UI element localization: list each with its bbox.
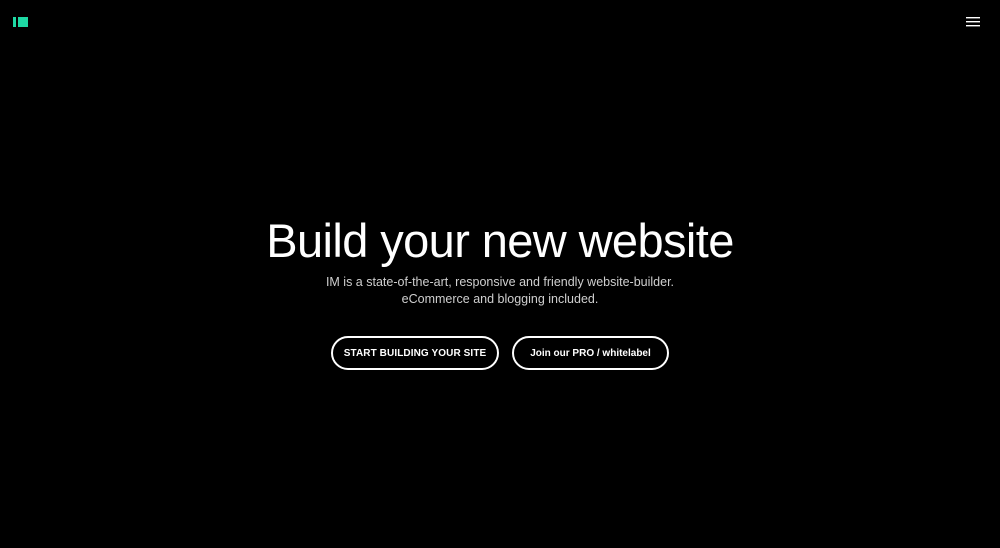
hero-subtitle-line-2: eCommerce and blogging included. bbox=[401, 292, 599, 306]
hero-button-row: START BUILDING YOUR SITE Join our PRO / … bbox=[0, 336, 1000, 370]
im-logo-icon[interactable] bbox=[13, 17, 28, 27]
hero-section: Build your new website IM is a state-of-… bbox=[0, 212, 1000, 370]
hero-title: Build your new website bbox=[266, 214, 734, 267]
start-building-button[interactable]: START BUILDING YOUR SITE bbox=[331, 336, 499, 370]
top-bar bbox=[0, 0, 1000, 44]
join-pro-button[interactable]: Join our PRO / whitelabel bbox=[512, 336, 669, 370]
hero-subtitle-line-1: IM is a state-of-the-art, responsive and… bbox=[325, 275, 675, 289]
hamburger-menu-icon[interactable] bbox=[962, 14, 984, 30]
hero-subtitle: IM is a state-of-the-art, responsive and… bbox=[0, 274, 1000, 308]
